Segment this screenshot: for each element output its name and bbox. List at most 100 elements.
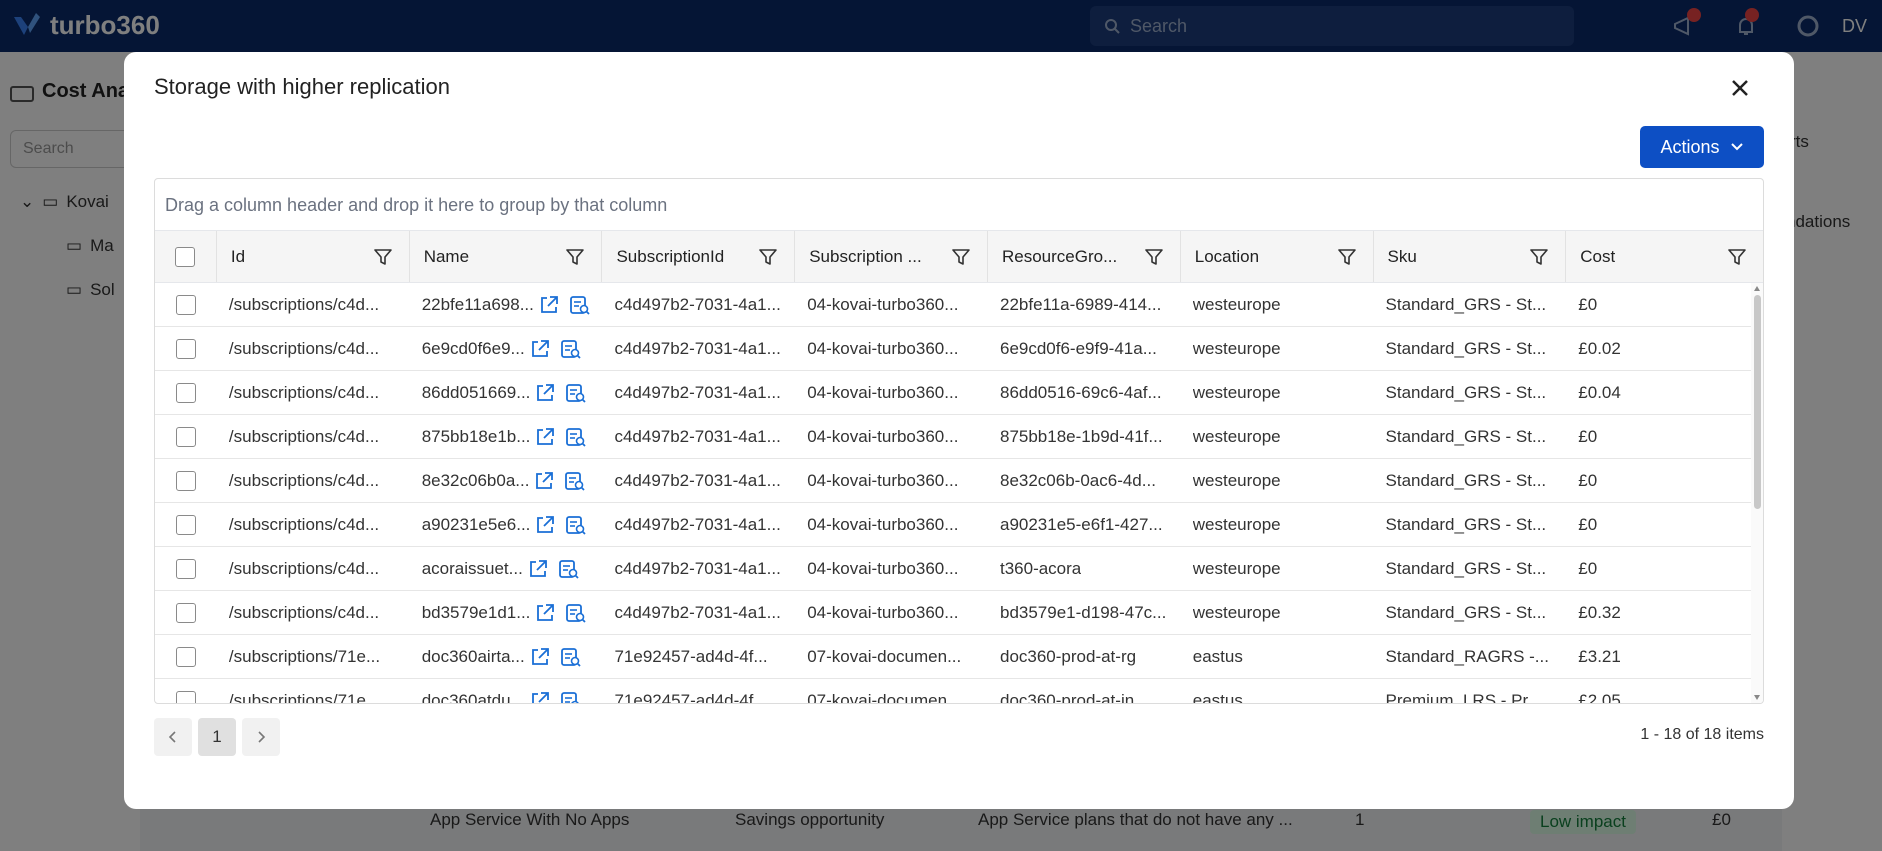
open-in-portal-icon[interactable] bbox=[534, 602, 556, 624]
column-subscription-cell: 04-kovai-turbo360... bbox=[795, 459, 988, 502]
open-in-portal-icon[interactable] bbox=[534, 426, 556, 448]
column-resource-group-value: doc360-prod-at-in... bbox=[999, 690, 1149, 704]
table-row[interactable]: /subscriptions/c4d... 86dd051669... c4d497… bbox=[155, 371, 1763, 415]
column-name-cell: 86dd051669... bbox=[410, 371, 603, 414]
row-select-cell bbox=[155, 327, 217, 370]
close-button[interactable] bbox=[1724, 72, 1756, 104]
chevron-left-icon bbox=[168, 731, 176, 743]
column-resource-group-cell: bd3579e1-d198-47c... bbox=[988, 591, 1181, 634]
column-subscription-id-cell: c4d497b2-7031-4a1... bbox=[602, 459, 795, 502]
resource-details-icon[interactable] bbox=[564, 602, 587, 624]
open-in-portal-icon[interactable] bbox=[534, 382, 556, 404]
open-in-portal-icon[interactable] bbox=[534, 514, 556, 536]
open-in-portal-icon[interactable] bbox=[529, 646, 551, 668]
resource-details-icon[interactable] bbox=[559, 646, 581, 668]
column-subscription-id-cell: c4d497b2-7031-4a1... bbox=[602, 327, 795, 370]
column-header-label: Name bbox=[423, 246, 470, 266]
row-select-cell bbox=[155, 547, 217, 590]
row-checkbox[interactable] bbox=[175, 294, 196, 315]
column-sku-value: Standard_GRS - St... bbox=[1385, 558, 1547, 578]
table-row[interactable]: /subscriptions/71e... doc360atdu... 71e924… bbox=[155, 679, 1763, 703]
resource-details-icon[interactable] bbox=[564, 426, 587, 448]
column-sku-value: Standard_GRS - St... bbox=[1385, 338, 1547, 358]
column-subscription-cell: 04-kovai-turbo360... bbox=[795, 371, 988, 414]
column-name-value: acoraissuet... bbox=[421, 558, 523, 578]
column-location-header[interactable]: Location bbox=[1181, 231, 1374, 282]
column-subscription-header[interactable]: Subscription ... bbox=[795, 231, 988, 282]
group-by-drop-zone[interactable]: Drag a column header and drop it here to… bbox=[155, 179, 1763, 231]
filter-icon[interactable] bbox=[951, 247, 971, 267]
resource-details-icon[interactable] bbox=[559, 338, 581, 360]
filter-icon[interactable] bbox=[565, 247, 585, 267]
scroll-down-arrow-icon[interactable] bbox=[1753, 693, 1761, 701]
column-sku-value: Premium_LRS - Pr... bbox=[1385, 690, 1542, 704]
column-name-cell: acoraissuet... bbox=[410, 547, 603, 590]
resource-details-icon[interactable] bbox=[559, 690, 581, 703]
table-row[interactable]: /subscriptions/71e... doc360airta... 71e92… bbox=[155, 635, 1763, 679]
table-row[interactable]: /subscriptions/c4d... 875bb18e1b... c4d497… bbox=[155, 415, 1763, 459]
column-subscription-cell: 07-kovai-documen... bbox=[795, 679, 988, 704]
column-id-cell: /subscriptions/c4d... bbox=[217, 283, 410, 326]
open-in-portal-icon[interactable] bbox=[529, 338, 551, 360]
table-row[interactable]: /subscriptions/c4d... a90231e5e6... c4d497… bbox=[155, 503, 1763, 547]
row-checkbox[interactable] bbox=[175, 690, 196, 703]
table-row[interactable]: /subscriptions/c4d... 8e32c06b0a... c4d497… bbox=[155, 459, 1763, 503]
select-all-checkbox[interactable] bbox=[175, 246, 196, 267]
resource-details-icon[interactable] bbox=[568, 294, 590, 316]
resource-details-icon[interactable] bbox=[564, 514, 587, 536]
column-cost-header[interactable]: Cost bbox=[1566, 231, 1763, 282]
filter-icon[interactable] bbox=[1727, 247, 1747, 267]
scroll-up-arrow-icon[interactable] bbox=[1753, 285, 1761, 293]
open-in-portal-icon[interactable] bbox=[529, 690, 551, 703]
resource-details-icon[interactable] bbox=[563, 470, 586, 492]
column-sku-cell: Standard_GRS - St... bbox=[1374, 415, 1567, 458]
column-subscription-value: 04-kovai-turbo360... bbox=[807, 470, 959, 490]
scrollbar-thumb[interactable] bbox=[1754, 295, 1761, 509]
vertical-scrollbar[interactable] bbox=[1751, 283, 1763, 703]
column-sku-cell: Standard_GRS - St... bbox=[1374, 503, 1567, 546]
table-row[interactable]: /subscriptions/c4d... 22bfe11a698... c4d49… bbox=[155, 283, 1763, 327]
close-icon bbox=[1732, 80, 1748, 96]
column-name-value: 6e9cd0f6e9... bbox=[421, 338, 525, 358]
column-location-value: westeurope bbox=[1192, 338, 1281, 358]
column-name-cell: a90231e5e6... bbox=[410, 503, 603, 546]
resource-details-icon[interactable] bbox=[564, 382, 587, 404]
row-action-icons bbox=[527, 558, 579, 580]
open-in-portal-icon[interactable] bbox=[527, 558, 549, 580]
column-location-value: westeurope bbox=[1192, 514, 1281, 534]
row-checkbox[interactable] bbox=[175, 338, 196, 359]
actions-dropdown-button[interactable]: Actions bbox=[1640, 126, 1764, 168]
filter-icon[interactable] bbox=[1144, 247, 1164, 267]
column-location-value: westeurope bbox=[1192, 470, 1281, 490]
column-resource-group-header[interactable]: ResourceGro... bbox=[988, 231, 1181, 282]
row-checkbox[interactable] bbox=[175, 602, 196, 623]
column-sku-cell: Standard_GRS - St... bbox=[1374, 459, 1567, 502]
row-checkbox[interactable] bbox=[175, 382, 196, 403]
filter-icon[interactable] bbox=[1337, 247, 1357, 267]
column-subscription-id-header[interactable]: SubscriptionId bbox=[602, 231, 796, 282]
next-page-button[interactable] bbox=[242, 718, 280, 756]
column-location-value: westeurope bbox=[1192, 558, 1281, 578]
column-location-cell: westeurope bbox=[1181, 503, 1374, 546]
table-row[interactable]: /subscriptions/c4d... bd3579e1d1... c4d497… bbox=[155, 591, 1763, 635]
row-checkbox[interactable] bbox=[175, 426, 196, 447]
row-checkbox[interactable] bbox=[175, 646, 196, 667]
column-name-header[interactable]: Name bbox=[410, 231, 603, 282]
resource-details-icon[interactable] bbox=[557, 558, 579, 580]
table-row[interactable]: /subscriptions/c4d... 6e9cd0f6e9... c4d497… bbox=[155, 327, 1763, 371]
column-id-header[interactable]: Id bbox=[217, 231, 410, 282]
row-select-cell bbox=[155, 459, 217, 502]
open-in-portal-icon[interactable] bbox=[538, 294, 560, 316]
row-checkbox[interactable] bbox=[175, 470, 196, 491]
filter-icon[interactable] bbox=[1529, 247, 1549, 267]
table-row[interactable]: /subscriptions/c4d... acoraissuet... c4d49… bbox=[155, 547, 1763, 591]
row-checkbox[interactable] bbox=[175, 514, 196, 535]
previous-page-button[interactable] bbox=[154, 718, 192, 756]
row-checkbox[interactable] bbox=[175, 558, 196, 579]
column-sku-cell: Standard_GRS - St... bbox=[1374, 327, 1567, 370]
open-in-portal-icon[interactable] bbox=[533, 470, 555, 492]
filter-icon[interactable] bbox=[758, 247, 778, 267]
page-number-button[interactable]: 1 bbox=[198, 718, 236, 756]
column-sku-header[interactable]: Sku bbox=[1374, 231, 1567, 282]
filter-icon[interactable] bbox=[373, 247, 393, 267]
